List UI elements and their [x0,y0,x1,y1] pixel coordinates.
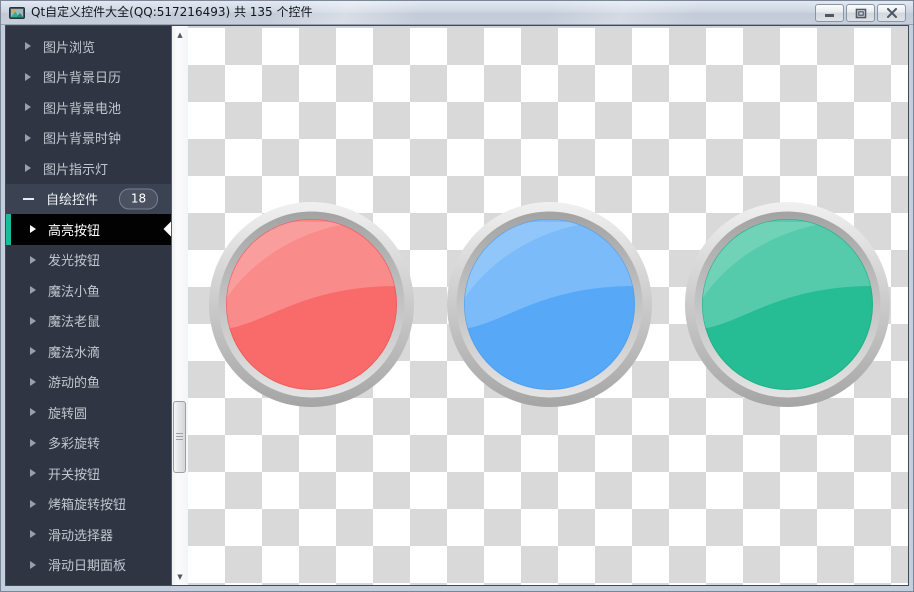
app-picture-icon [9,7,25,19]
sidebar-item-label: 滑动日期面板 [48,559,127,575]
sidebar-item-swimming-fish[interactable]: 游动的鱼 [6,367,171,398]
sidebar-item-label: 自绘控件 [46,193,99,209]
expand-arrow-icon [30,316,36,325]
expand-arrow-icon [30,560,36,569]
highlight-button-red[interactable] [209,202,414,407]
sidebar-item-label: 魔法水滴 [48,345,101,361]
sidebar-item-label: 滑动选择器 [48,528,114,544]
sidebar-item-rotating-circle[interactable]: 旋转圆 [6,397,171,428]
maximize-icon [855,8,866,18]
sidebar-list: 图片浏览图片背景日历 图片背景电池 图片背景时钟 图片指示灯自绘控件 18 高亮按钮发光按… [6,31,171,580]
expand-arrow-icon [30,377,36,386]
expand-arrow-icon [30,469,36,478]
sidebar-scrollbar[interactable]: ▲ ▼ [171,26,188,585]
expand-arrow-icon [25,103,31,112]
window-title: Qt自定义控件大全(QQ:517216493) 共 135 个控件 [31,5,313,19]
expand-arrow-icon [30,255,36,264]
close-button[interactable] [877,4,906,22]
sidebar-item-colorful-rotation[interactable]: 多彩旋转 [6,428,171,459]
expand-arrow-icon [30,225,36,234]
highlight-button-green[interactable] [685,202,890,407]
sidebar-item-picture-bg-battery[interactable]: 图片背景电池 [6,92,171,123]
count-badge: 18 [119,188,158,210]
maximize-button[interactable] [846,4,875,22]
sidebar-item-label: 图片背景日历 [43,71,122,87]
scroll-down-arrow-icon[interactable]: ▼ [172,568,188,585]
sidebar-item-label: 图片指示灯 [43,162,109,178]
sidebar-item-glow-button[interactable]: 发光按钮 [6,245,171,276]
expand-arrow-icon [30,408,36,417]
sidebar-item-label: 烤箱旋转按钮 [48,498,127,514]
sidebar-item-slide-date-panel[interactable]: 滑动日期面板 [6,550,171,581]
expand-arrow-icon [30,438,36,447]
expand-arrow-icon [30,499,36,508]
collapse-minus-icon [23,197,34,200]
sidebar-item-switch-button[interactable]: 开关按钮 [6,458,171,489]
sidebar-item-label: 魔法小鱼 [48,284,101,300]
sidebar-item-label: 魔法老鼠 [48,315,101,331]
sidebar-item-highlight-button[interactable]: 高亮按钮 [6,214,171,245]
scrollbar-grip-icon [176,433,183,441]
sidebar-item-label: 多彩旋转 [48,437,101,453]
sidebar-item-magic-fish[interactable]: 魔法小鱼 [6,275,171,306]
sidebar-item-label: 图片背景时钟 [43,132,122,148]
window-controls [815,4,906,22]
client-area: 图片浏览图片背景日历 图片背景电池 图片背景时钟 图片指示灯自绘控件 18 高亮按钮发光按… [5,25,909,586]
sidebar-item-label: 开关按钮 [48,467,101,483]
highlight-button-blue[interactable] [447,202,652,407]
app-window: Qt自定义控件大全(QQ:517216493) 共 135 个控件 图片浏览 图… [0,0,914,592]
minimize-button[interactable] [815,4,844,22]
sidebar-item-magic-water-drop[interactable]: 魔法水滴 [6,336,171,367]
sidebar-item-label: 发光按钮 [48,254,101,270]
sidebar-item-oven-knob-button[interactable]: 烤箱旋转按钮 [6,489,171,520]
preview-area [188,26,908,585]
sidebar-item-label: 图片背景电池 [43,101,122,117]
minimize-icon [824,14,834,17]
sidebar-item-picture-browser[interactable]: 图片浏览 [6,31,171,62]
close-icon [886,8,897,18]
expand-arrow-icon [30,530,36,539]
sidebar-item-slide-selector[interactable]: 滑动选择器 [6,519,171,550]
sidebar: 图片浏览图片背景日历 图片背景电池 图片背景时钟 图片指示灯自绘控件 18 高亮按钮发光按… [6,26,171,585]
sidebar-item-label: 图片浏览 [43,40,96,56]
scrollbar-thumb[interactable] [173,401,186,473]
expand-arrow-icon [25,72,31,81]
expand-arrow-icon [25,164,31,173]
sidebar-item-self-drawn-controls[interactable]: 自绘控件 18 [6,183,171,214]
expand-arrow-icon [30,347,36,356]
sidebar-item-magic-mouse[interactable]: 魔法老鼠 [6,306,171,337]
sidebar-item-picture-bg-calendar[interactable]: 图片背景日历 [6,62,171,93]
expand-arrow-icon [25,133,31,142]
expand-arrow-icon [25,42,31,51]
sidebar-item-picture-indicator[interactable]: 图片指示灯 [6,153,171,184]
sidebar-item-label: 游动的鱼 [48,376,101,392]
sidebar-item-label: 旋转圆 [48,406,88,422]
expand-arrow-icon [30,286,36,295]
scroll-up-arrow-icon[interactable]: ▲ [172,26,188,43]
sidebar-item-label: 高亮按钮 [48,223,101,239]
sidebar-item-picture-bg-clock[interactable]: 图片背景时钟 [6,123,171,154]
title-bar[interactable]: Qt自定义控件大全(QQ:517216493) 共 135 个控件 [1,1,913,25]
